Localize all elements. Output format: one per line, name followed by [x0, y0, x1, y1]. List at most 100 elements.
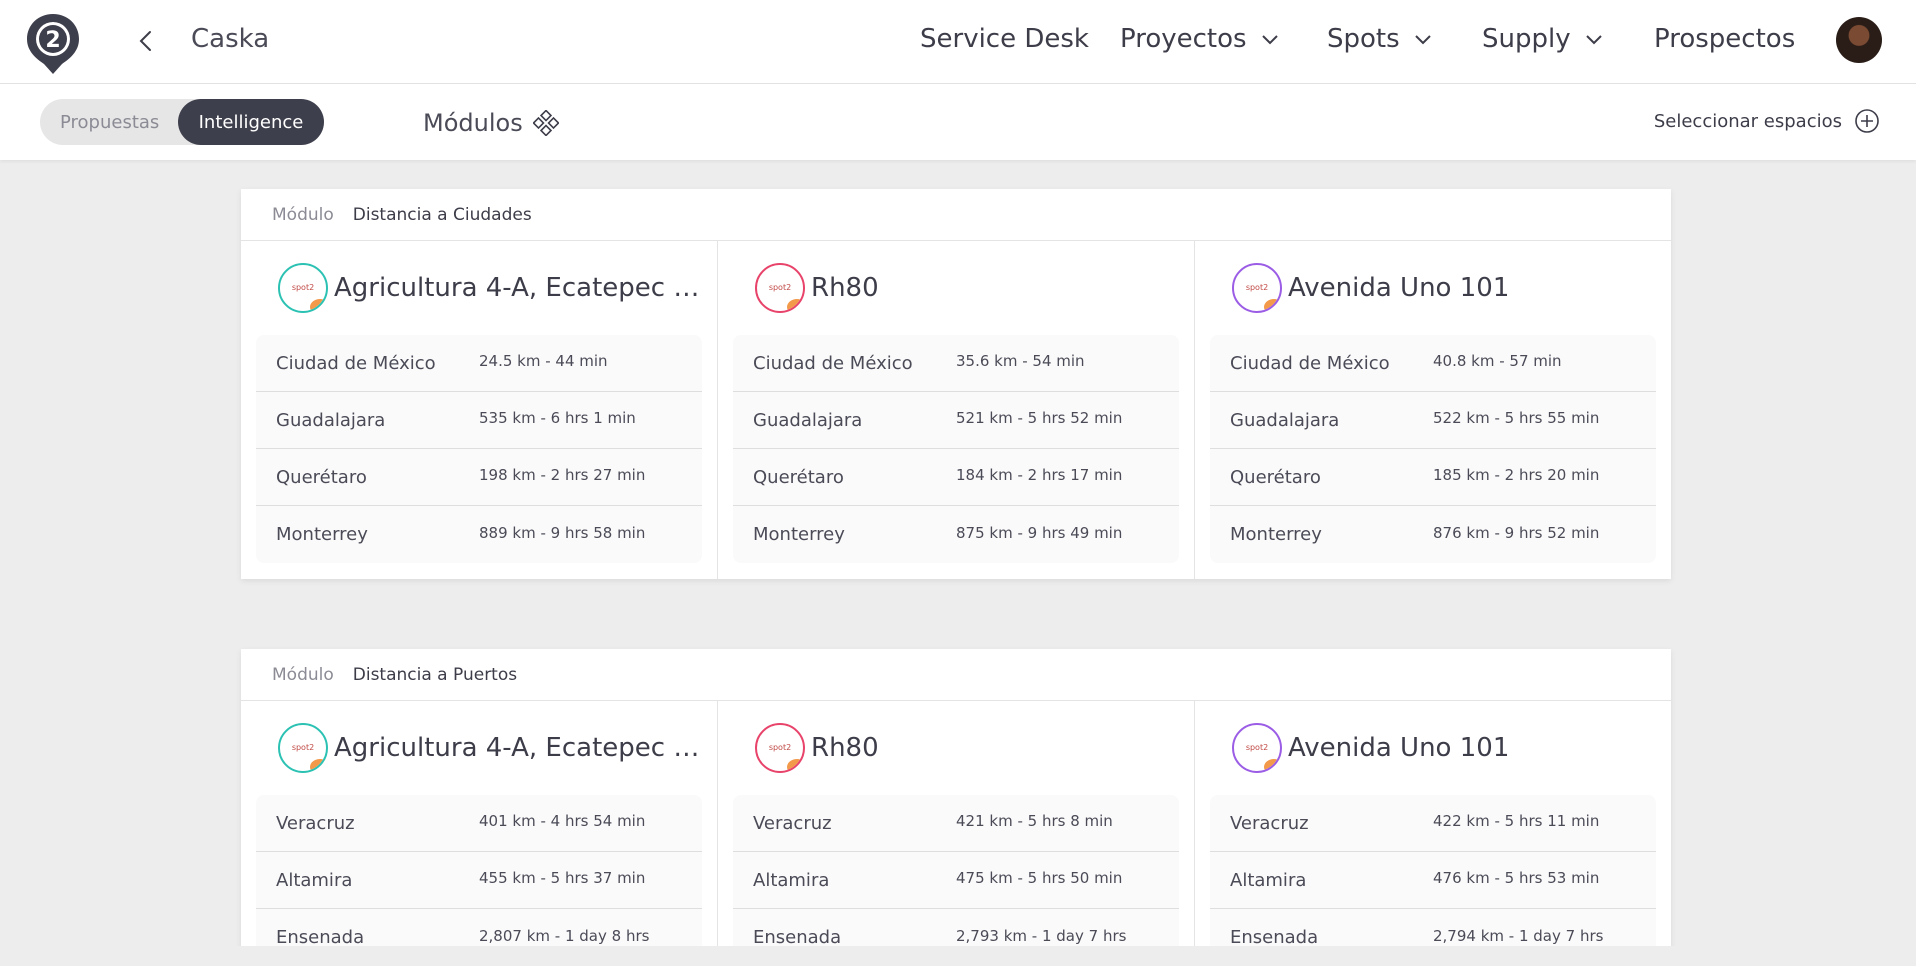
city-label: Ensenada: [276, 927, 365, 946]
city-label: Querétaro: [1230, 466, 1321, 488]
distance-value: 455 km - 5 hrs 37 min: [479, 869, 646, 887]
distance-value: 875 km - 9 hrs 49 min: [956, 523, 1123, 542]
spot-header: spot2 Agricultura 4-A, Ecatepec de Morel…: [256, 241, 702, 335]
modules-label: Módulos: [423, 109, 523, 137]
module-kicker: Módulo: [272, 664, 334, 685]
city-label: Querétaro: [753, 466, 844, 488]
spot-name: Agricultura 4-A, Ecatepec de Morelos: [334, 733, 702, 763]
distance-value: 422 km - 5 hrs 11 min: [1433, 812, 1600, 830]
table-row: Ensenada 2,807 km - 1 day 8 hrs: [256, 909, 702, 947]
nav-prospectos[interactable]: Prospectos: [1654, 24, 1795, 54]
distance-value: 24.5 km - 44 min: [479, 352, 608, 370]
spot-logo-icon: spot2: [1232, 723, 1282, 773]
spot-header: spot2 Avenida Uno 101: [1210, 701, 1656, 795]
nav-label: Service Desk: [920, 24, 1089, 54]
spot2-logo-icon[interactable]: 2: [24, 12, 82, 76]
modules-scroll-area[interactable]: Módulo Distancia a Ciudades spot2 Agricu…: [0, 160, 1916, 946]
module-title: Distancia a Ciudades: [352, 204, 532, 225]
distance-value: 185 km - 2 hrs 20 min: [1433, 466, 1600, 484]
module-toolbar: Propuestas Intelligence Módulos Seleccio…: [0, 84, 1916, 160]
spot-name: Agricultura 4-A, Ecatepec de Morelos: [334, 273, 702, 303]
distance-table: Veracruz 401 km - 4 hrs 54 min Altamira 45…: [256, 795, 702, 946]
spot-column: spot2 Agricultura 4-A, Ecatepec de Morel…: [241, 701, 718, 946]
nav-label: Prospectos: [1654, 24, 1796, 54]
table-row: Querétaro 198 km - 2 hrs 27 min: [256, 449, 702, 506]
distance-value: 40.8 km - 57 min: [1433, 352, 1562, 370]
city-label: Guadalajara: [753, 409, 863, 431]
city-label: Guadalajara: [1230, 409, 1340, 431]
spot-logo-icon: spot2: [755, 263, 805, 313]
distance-value: 35.6 km - 54 min: [956, 352, 1085, 370]
chevron-down-icon: [1261, 35, 1278, 45]
spot-name: Avenida Uno 101: [1288, 273, 1510, 303]
plus-circle-icon: [1855, 109, 1879, 133]
distance-value: 476 km - 5 hrs 53 min: [1433, 869, 1600, 887]
spot-name: Rh80: [811, 273, 879, 303]
city-label: Monterrey: [753, 524, 845, 545]
table-row: Ensenada 2,793 km - 1 day 7 hrs: [733, 909, 1179, 947]
nav-supply[interactable]: Supply: [1482, 24, 1603, 54]
spot-logo-icon: spot2: [278, 263, 328, 313]
modules-icon: [532, 110, 559, 136]
modules-button[interactable]: Módulos: [423, 109, 559, 137]
nav-label: Supply: [1482, 24, 1571, 54]
table-row: Monterrey 876 km - 9 hrs 52 min: [1210, 506, 1656, 563]
module-card: Módulo Distancia a Puertos spot2 Agricul…: [241, 649, 1671, 946]
city-label: Ciudad de México: [753, 352, 913, 374]
table-row: Altamira 475 km - 5 hrs 50 min: [733, 852, 1179, 909]
nav-spots[interactable]: Spots: [1327, 24, 1432, 54]
city-label: Monterrey: [1230, 524, 1322, 545]
avatar[interactable]: [1836, 17, 1882, 63]
distance-value: 198 km - 2 hrs 27 min: [479, 466, 646, 484]
distance-value: 889 km - 9 hrs 58 min: [479, 523, 646, 542]
nav-label: Spots: [1327, 24, 1400, 54]
city-label: Ciudad de México: [276, 352, 436, 374]
city-label: Altamira: [753, 869, 830, 891]
nav-proyectos[interactable]: Proyectos: [1120, 24, 1279, 54]
distance-value: 475 km - 5 hrs 50 min: [956, 869, 1123, 887]
city-label: Querétaro: [276, 466, 367, 488]
distance-value: 401 km - 4 hrs 54 min: [479, 812, 646, 830]
city-label: Veracruz: [276, 812, 355, 834]
table-row: Monterrey 889 km - 9 hrs 58 min: [256, 506, 702, 563]
distance-value: 2,794 km - 1 day 7 hrs: [1433, 926, 1604, 945]
spot-header: spot2 Rh80: [733, 241, 1179, 335]
spot-name: Avenida Uno 101: [1288, 733, 1510, 763]
city-label: Ensenada: [1230, 927, 1319, 946]
distance-table: Veracruz 422 km - 5 hrs 11 min Altamira 47…: [1210, 795, 1656, 946]
module-title: Distancia a Puertos: [352, 664, 518, 685]
spot-column: spot2 Rh80 Ciudad de México 35.6 km - 54 …: [718, 241, 1195, 579]
bottom-strip: [0, 946, 1916, 966]
city-label: Veracruz: [1230, 812, 1309, 834]
table-row: Guadalajara 535 km - 6 hrs 1 min: [256, 392, 702, 449]
spot-logo-icon: spot2: [278, 723, 328, 773]
distance-table: Ciudad de México 40.8 km - 57 min Guadala…: [1210, 335, 1656, 563]
nav-service-desk[interactable]: Service Desk: [920, 24, 1089, 54]
city-label: Monterrey: [276, 524, 368, 545]
distance-value: 522 km - 5 hrs 55 min: [1433, 409, 1600, 427]
city-label: Ciudad de México: [1230, 352, 1390, 374]
distance-table: Ciudad de México 35.6 km - 54 min Guadala…: [733, 335, 1179, 563]
city-label: Ensenada: [753, 927, 842, 946]
distance-value: 535 km - 6 hrs 1 min: [479, 409, 636, 427]
table-row: Veracruz 421 km - 5 hrs 8 min: [733, 795, 1179, 852]
tab-intelligence[interactable]: Intelligence: [178, 99, 324, 145]
select-spaces-button[interactable]: Seleccionar espacios: [1654, 108, 1880, 134]
module-header: Módulo Distancia a Puertos: [241, 649, 1671, 701]
table-row: Guadalajara 522 km - 5 hrs 55 min: [1210, 392, 1656, 449]
tab-propuestas[interactable]: Propuestas: [60, 112, 159, 133]
spot-logo-icon: spot2: [1232, 263, 1282, 313]
table-row: Veracruz 422 km - 5 hrs 11 min: [1210, 795, 1656, 852]
view-toggle: Propuestas Intelligence: [40, 99, 324, 145]
table-row: Ensenada 2,794 km - 1 day 7 hrs: [1210, 909, 1656, 947]
spot-column: spot2 Rh80 Veracruz 421 km - 5 hrs 8 min …: [718, 701, 1195, 946]
table-row: Monterrey 875 km - 9 hrs 49 min: [733, 506, 1179, 563]
table-row: Querétaro 184 km - 2 hrs 17 min: [733, 449, 1179, 506]
table-row: Guadalajara 521 km - 5 hrs 52 min: [733, 392, 1179, 449]
distance-value: 2,793 km - 1 day 7 hrs: [956, 926, 1127, 945]
city-label: Altamira: [1230, 869, 1307, 891]
table-row: Altamira 455 km - 5 hrs 37 min: [256, 852, 702, 909]
back-chevron-icon[interactable]: [134, 26, 158, 56]
page-title: Caska: [191, 24, 270, 54]
spot-header: spot2 Avenida Uno 101: [1210, 241, 1656, 335]
